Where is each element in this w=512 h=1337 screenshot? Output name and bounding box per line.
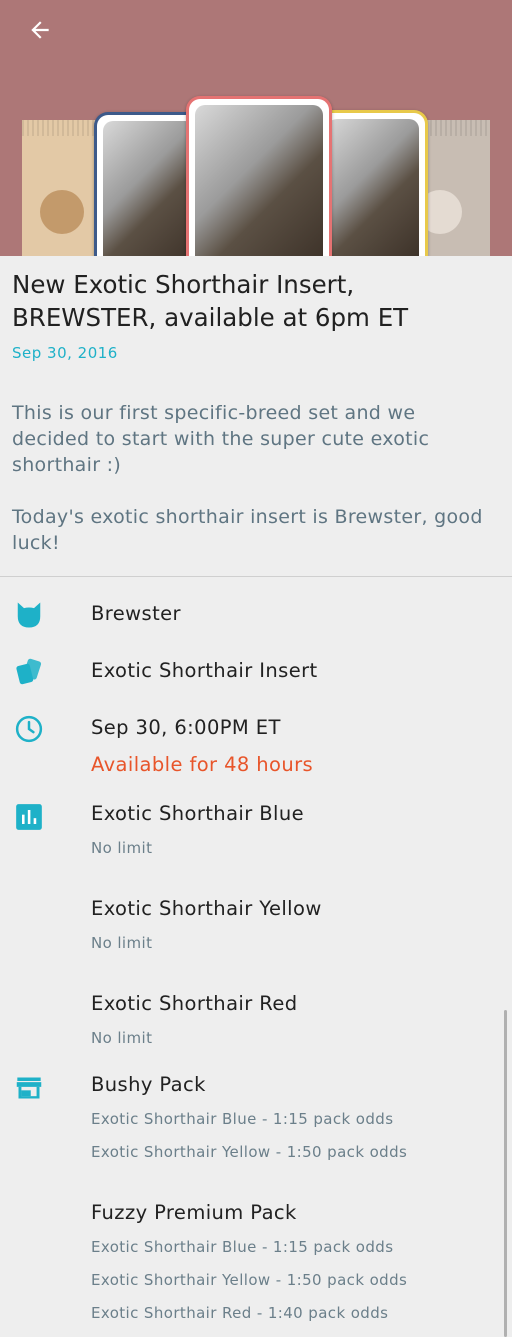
insert-name: Brewster xyxy=(91,602,181,625)
variant-name: Exotic Shorthair Blue xyxy=(91,802,304,825)
hero-banner xyxy=(0,0,512,256)
pack-name: Fuzzy Premium Pack xyxy=(91,1201,297,1224)
variant-name: Exotic Shorthair Yellow xyxy=(91,897,322,920)
pack-image-left xyxy=(22,120,102,256)
variant-limit: No limit xyxy=(91,934,153,952)
pack-odds: Exotic Shorthair Yellow - 1:50 pack odds xyxy=(91,1271,408,1289)
description-paragraph: This is our first specific-breed set and… xyxy=(12,402,430,476)
variant-limit: No limit xyxy=(91,839,153,857)
pack-odds: Exotic Shorthair Yellow - 1:50 pack odds xyxy=(91,1143,408,1161)
clock-icon xyxy=(14,714,44,744)
back-button[interactable] xyxy=(22,12,58,48)
availability-text: Available for 48 hours xyxy=(91,753,314,776)
bar-chart-icon xyxy=(14,802,44,832)
description-paragraph: Today's exotic shorthair insert is Brews… xyxy=(12,506,483,554)
article-description: This is our first specific-breed set and… xyxy=(12,400,492,582)
pack-odds: Exotic Shorthair Blue - 1:15 pack odds xyxy=(91,1238,394,1256)
article-date: Sep 30, 2016 xyxy=(12,344,118,362)
arrow-left-icon xyxy=(31,21,49,39)
release-time: Sep 30, 6:00PM ET xyxy=(91,716,281,739)
cat-icon xyxy=(14,600,44,630)
store-icon xyxy=(14,1073,44,1103)
pack-name: Bushy Pack xyxy=(91,1073,206,1096)
set-name: Exotic Shorthair Insert xyxy=(91,659,318,682)
section-divider xyxy=(0,576,512,577)
variant-name: Exotic Shorthair Red xyxy=(91,992,298,1015)
scrollbar[interactable] xyxy=(504,1010,507,1337)
card-image-red xyxy=(186,96,332,256)
variant-limit: No limit xyxy=(91,1029,153,1047)
pack-odds: Exotic Shorthair Red - 1:40 pack odds xyxy=(91,1304,389,1322)
pack-odds: Exotic Shorthair Blue - 1:15 pack odds xyxy=(91,1110,394,1128)
cards-icon xyxy=(14,657,44,687)
article-title: New Exotic Shorthair Insert, BREWSTER, a… xyxy=(12,270,409,332)
card-image-yellow xyxy=(318,110,428,256)
